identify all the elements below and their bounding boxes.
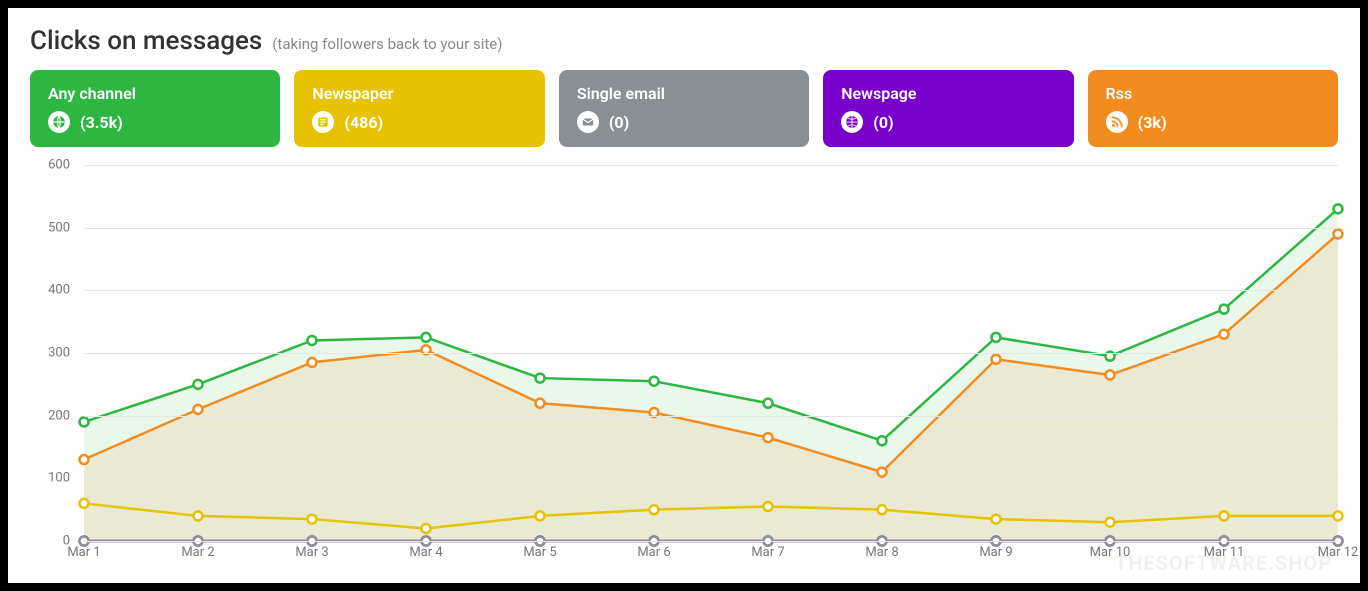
chart-point[interactable]	[80, 455, 89, 464]
card-label: Newspaper	[312, 84, 526, 103]
page-title: Clicks on messages	[30, 26, 262, 56]
card-value: (0)	[609, 113, 629, 132]
x-tick-label: Mar 3	[295, 545, 328, 560]
gridline	[84, 165, 1338, 166]
chart-point[interactable]	[308, 358, 317, 367]
x-tick-label: Mar 4	[409, 545, 442, 560]
chart-area	[84, 234, 1338, 541]
gridline	[84, 290, 1338, 291]
gridline	[84, 416, 1338, 417]
chart-point[interactable]	[878, 468, 887, 477]
x-tick-label: Mar 11	[1204, 545, 1245, 560]
chart-point[interactable]	[650, 377, 659, 386]
x-tick-label: Mar 9	[979, 545, 1012, 560]
web-icon	[841, 111, 863, 133]
card-label: Single email	[577, 84, 791, 103]
gridline	[84, 478, 1338, 479]
gridline	[84, 228, 1338, 229]
chart-point[interactable]	[1220, 305, 1229, 314]
chart-point[interactable]	[1220, 511, 1229, 520]
chart: 0100200300400500600 Mar 1Mar 2Mar 3Mar 4…	[30, 165, 1338, 573]
chart-point[interactable]	[1106, 518, 1115, 527]
chart-point[interactable]	[194, 380, 203, 389]
y-axis: 0100200300400500600	[30, 165, 78, 573]
chart-point[interactable]	[650, 505, 659, 514]
chart-point[interactable]	[1334, 229, 1343, 238]
card-single-email[interactable]: Single email (0)	[559, 70, 809, 147]
y-tick-label: 500	[30, 220, 70, 235]
gridline	[84, 541, 1338, 542]
chart-point[interactable]	[764, 399, 773, 408]
mail-icon	[577, 111, 599, 133]
newspaper-icon	[312, 111, 334, 133]
card-value: (486)	[344, 113, 383, 132]
chart-point[interactable]	[308, 515, 317, 524]
card-rss[interactable]: Rss (3k)	[1088, 70, 1338, 147]
x-tick-label: Mar 12	[1318, 545, 1359, 560]
chart-point[interactable]	[422, 333, 431, 342]
card-value: (3k)	[1138, 113, 1167, 132]
y-tick-label: 400	[30, 283, 70, 298]
card-newspage[interactable]: Newspage (0)	[823, 70, 1073, 147]
rss-icon	[1106, 111, 1128, 133]
y-tick-label: 100	[30, 471, 70, 486]
page-subtitle: (taking followers back to your site)	[272, 35, 502, 53]
chart-point[interactable]	[992, 355, 1001, 364]
chart-point[interactable]	[536, 399, 545, 408]
x-axis: Mar 1Mar 2Mar 3Mar 4Mar 5Mar 6Mar 7Mar 8…	[84, 545, 1338, 573]
chart-point[interactable]	[1106, 370, 1115, 379]
plot-area	[84, 165, 1338, 541]
chart-point[interactable]	[308, 336, 317, 345]
card-value: (3.5k)	[80, 113, 123, 132]
chart-point[interactable]	[194, 405, 203, 414]
x-tick-label: Mar 7	[751, 545, 784, 560]
gridline	[84, 353, 1338, 354]
y-tick-label: 600	[30, 158, 70, 173]
chart-point[interactable]	[992, 515, 1001, 524]
x-tick-label: Mar 8	[865, 545, 898, 560]
x-tick-label: Mar 6	[637, 545, 670, 560]
chart-point[interactable]	[80, 499, 89, 508]
chart-point[interactable]	[536, 374, 545, 383]
chart-point[interactable]	[992, 333, 1001, 342]
channel-cards: Any channel (3.5k) Newspaper (486) Singl…	[30, 70, 1338, 147]
x-tick-label: Mar 10	[1090, 545, 1131, 560]
chart-point[interactable]	[1220, 330, 1229, 339]
chart-point[interactable]	[422, 524, 431, 533]
chart-point[interactable]	[1334, 511, 1343, 520]
card-value: (0)	[873, 113, 893, 132]
globe-icon	[48, 111, 70, 133]
chart-point[interactable]	[764, 433, 773, 442]
chart-point[interactable]	[194, 511, 203, 520]
y-tick-label: 200	[30, 408, 70, 423]
x-tick-label: Mar 1	[67, 545, 100, 560]
y-tick-label: 0	[30, 534, 70, 549]
x-tick-label: Mar 5	[523, 545, 556, 560]
chart-point[interactable]	[764, 502, 773, 511]
header: Clicks on messages (taking followers bac…	[30, 26, 1338, 56]
chart-point[interactable]	[536, 511, 545, 520]
card-label: Any channel	[48, 84, 262, 103]
x-tick-label: Mar 2	[181, 545, 214, 560]
card-label: Newspage	[841, 84, 1055, 103]
chart-point[interactable]	[80, 417, 89, 426]
chart-point[interactable]	[878, 505, 887, 514]
chart-point[interactable]	[878, 436, 887, 445]
analytics-panel: Clicks on messages (taking followers bac…	[8, 8, 1360, 583]
y-tick-label: 300	[30, 346, 70, 361]
chart-point[interactable]	[1334, 204, 1343, 213]
card-newspaper[interactable]: Newspaper (486)	[294, 70, 544, 147]
card-label: Rss	[1106, 84, 1320, 103]
card-any-channel[interactable]: Any channel (3.5k)	[30, 70, 280, 147]
